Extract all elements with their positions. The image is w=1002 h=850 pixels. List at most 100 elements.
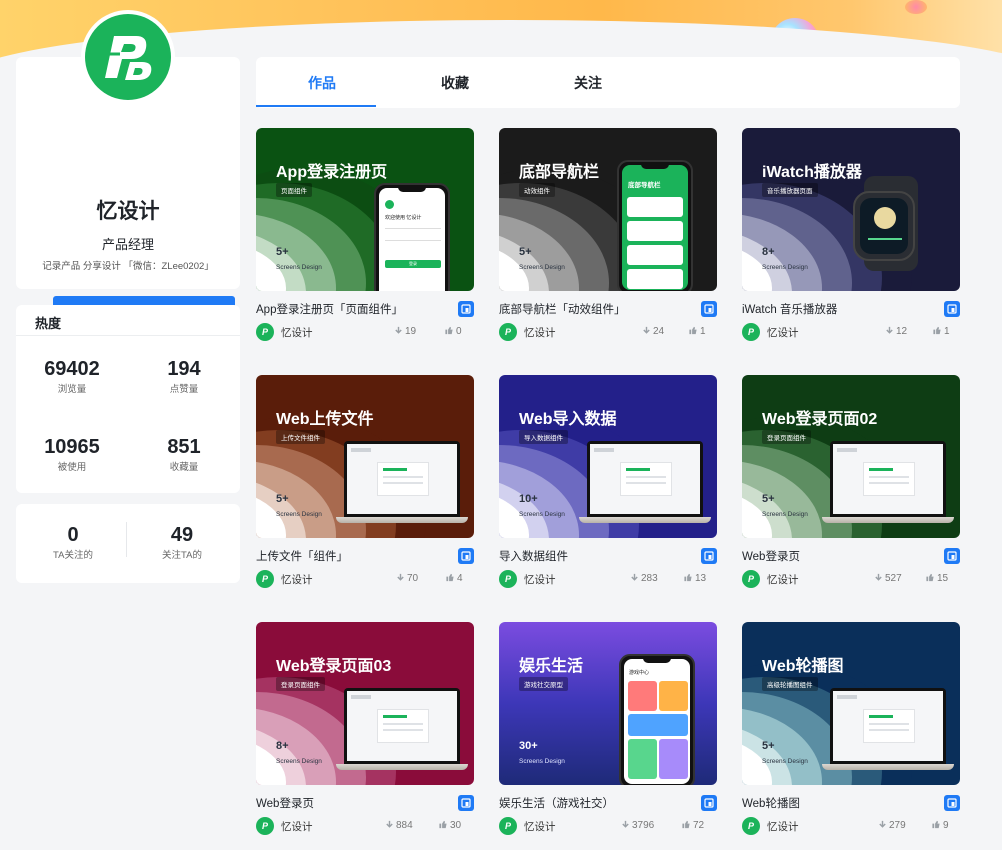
work-thumbnail[interactable]: App登录注册页 页面组件 5+ Screens Design 欢迎使用 忆设计… <box>256 128 474 291</box>
like-count: 0 <box>456 326 462 337</box>
author-name[interactable]: 忆设计 <box>767 325 799 340</box>
active-tab-indicator <box>256 105 376 107</box>
stat-label: 浏览量 <box>57 384 87 395</box>
work-caption[interactable]: Web登录页 <box>742 548 800 564</box>
author-name[interactable]: 忆设计 <box>767 572 799 587</box>
work-card[interactable]: Web登录页面03 登录页面组件 8+ Screens Design Web登录… <box>256 622 474 847</box>
work-caption[interactable]: iWatch 音乐播放器 <box>742 301 837 317</box>
author-name[interactable]: 忆设计 <box>524 819 556 834</box>
download-icon <box>630 573 641 584</box>
like-count: 72 <box>693 820 705 831</box>
work-meta: P 忆设计 70 4 <box>256 570 474 588</box>
work-thumbnail[interactable]: Web轮播图 高级轮播图组件 5+ Screens Design <box>742 622 960 785</box>
following-count[interactable]: 0 TA关注的 <box>23 524 123 561</box>
work-card[interactable]: iWatch播放器 音乐播放器页面 8+ Screens Design iWat… <box>742 128 960 353</box>
author-avatar[interactable]: P <box>256 817 274 835</box>
user-role: 产品经理 <box>101 237 154 252</box>
thumbs-up-icon <box>688 326 700 337</box>
thumbnail-title: Web轮播图 <box>762 658 844 675</box>
stat-label: 点赞量 <box>169 384 199 395</box>
avatar[interactable] <box>81 10 175 104</box>
download-icon <box>394 326 405 337</box>
component-badge-icon <box>944 548 960 564</box>
author-name[interactable]: 忆设计 <box>524 325 556 340</box>
downloads: 19 <box>394 326 416 337</box>
stat-number: 851 <box>167 436 201 458</box>
work-meta: P 忆设计 19 0 <box>256 323 474 341</box>
thumbs-up-icon <box>438 820 450 831</box>
author-avatar[interactable]: P <box>499 323 517 341</box>
download-icon <box>642 326 653 337</box>
author-name[interactable]: 忆设计 <box>281 819 313 834</box>
user-name: 忆设计 <box>96 200 160 223</box>
download-icon <box>885 326 896 337</box>
work-card[interactable]: Web导入数据 导入数据组件 10+ Screens Design 导入数据组件… <box>499 375 717 600</box>
work-caption[interactable]: Web登录页 <box>256 795 314 811</box>
tab-following[interactable]: 关注 <box>528 57 648 108</box>
downloads: 884 <box>385 820 413 831</box>
tab-works[interactable]: 作品 <box>262 57 382 108</box>
work-card[interactable]: Web轮播图 高级轮播图组件 5+ Screens Design Web轮播图 … <box>742 622 960 847</box>
work-caption[interactable]: 娱乐生活（游戏社交） <box>499 795 614 811</box>
thumbnail-chip: 游戏社交原型 <box>519 677 568 691</box>
author-avatar[interactable]: P <box>499 570 517 588</box>
author-name[interactable]: 忆设计 <box>767 819 799 834</box>
screens-count: 5+ <box>276 246 289 258</box>
author-name[interactable]: 忆设计 <box>281 572 313 587</box>
downloads: 70 <box>396 573 418 584</box>
work-card[interactable]: Web登录页面02 登录页面组件 5+ Screens Design Web登录… <box>742 375 960 600</box>
device-text: 欢迎使用 忆设计 <box>385 215 422 221</box>
work-caption[interactable]: 上传文件「组件」 <box>256 548 348 564</box>
thumbnail-chip: 音乐播放器页面 <box>762 183 818 197</box>
author-avatar[interactable]: P <box>742 817 760 835</box>
thumbnail-chip: 上传文件组件 <box>276 430 325 444</box>
thumbnail-title: Web导入数据 <box>519 411 617 428</box>
stat-number: 10965 <box>44 436 100 458</box>
work-thumbnail[interactable]: Web登录页面02 登录页面组件 5+ Screens Design <box>742 375 960 538</box>
laptop-mockup <box>336 441 468 533</box>
screens-count: 5+ <box>762 493 775 505</box>
likes: 9 <box>931 820 949 831</box>
thumbnail-title: Web登录页面02 <box>762 411 878 428</box>
thumbnail-title: 娱乐生活 <box>519 658 584 675</box>
followers-count[interactable]: 49 关注TA的 <box>132 524 232 561</box>
work-thumbnail[interactable]: Web上传文件 上传文件组件 5+ Screens Design <box>256 375 474 538</box>
likes: 4 <box>445 573 463 584</box>
work-card[interactable]: App登录注册页 页面组件 5+ Screens Design 欢迎使用 忆设计… <box>256 128 474 353</box>
work-thumbnail[interactable]: Web导入数据 导入数据组件 10+ Screens Design <box>499 375 717 538</box>
component-badge-icon <box>458 548 474 564</box>
phone-mockup: 底部导航栏 <box>617 160 693 291</box>
work-caption[interactable]: App登录注册页「页面组件」 <box>256 301 403 317</box>
download-count: 279 <box>889 820 906 831</box>
author-avatar[interactable]: P <box>742 570 760 588</box>
author-avatar[interactable]: P <box>256 570 274 588</box>
component-badge-icon <box>458 301 474 317</box>
work-thumbnail[interactable]: 娱乐生活 游戏社交原型 30+ Screens Design 游戏中心 <box>499 622 717 785</box>
author-name[interactable]: 忆设计 <box>281 325 313 340</box>
author-avatar[interactable]: P <box>256 323 274 341</box>
screens-count: 8+ <box>276 740 289 752</box>
screens-count: 8+ <box>762 246 775 258</box>
author-avatar[interactable]: P <box>499 817 517 835</box>
thumbnail-title: 底部导航栏 <box>519 164 600 181</box>
work-caption[interactable]: Web轮播图 <box>742 795 800 811</box>
work-card[interactable]: 底部导航栏 动效组件 5+ Screens Design 底部导航栏 底部导航栏… <box>499 128 717 353</box>
work-caption[interactable]: 导入数据组件 <box>499 548 568 564</box>
thumbs-up-icon <box>932 326 944 337</box>
component-badge-icon <box>701 795 717 811</box>
screens-count: 30+ <box>519 740 538 752</box>
stat-number: 194 <box>167 358 201 380</box>
author-name[interactable]: 忆设计 <box>524 572 556 587</box>
like-count: 4 <box>457 573 463 584</box>
work-thumbnail[interactable]: Web登录页面03 登录页面组件 8+ Screens Design <box>256 622 474 785</box>
author-avatar[interactable]: P <box>742 323 760 341</box>
work-card[interactable]: Web上传文件 上传文件组件 5+ Screens Design 上传文件「组件… <box>256 375 474 600</box>
work-thumbnail[interactable]: 底部导航栏 动效组件 5+ Screens Design 底部导航栏 <box>499 128 717 291</box>
work-caption[interactable]: 底部导航栏「动效组件」 <box>499 301 626 317</box>
thumbs-up-icon <box>931 820 943 831</box>
pd-logo-icon <box>102 36 152 80</box>
work-thumbnail[interactable]: iWatch播放器 音乐播放器页面 8+ Screens Design <box>742 128 960 291</box>
download-count: 884 <box>396 820 413 831</box>
tab-favorites[interactable]: 收藏 <box>395 57 515 108</box>
work-card[interactable]: 娱乐生活 游戏社交原型 30+ Screens Design 游戏中心 娱乐生活… <box>499 622 717 847</box>
